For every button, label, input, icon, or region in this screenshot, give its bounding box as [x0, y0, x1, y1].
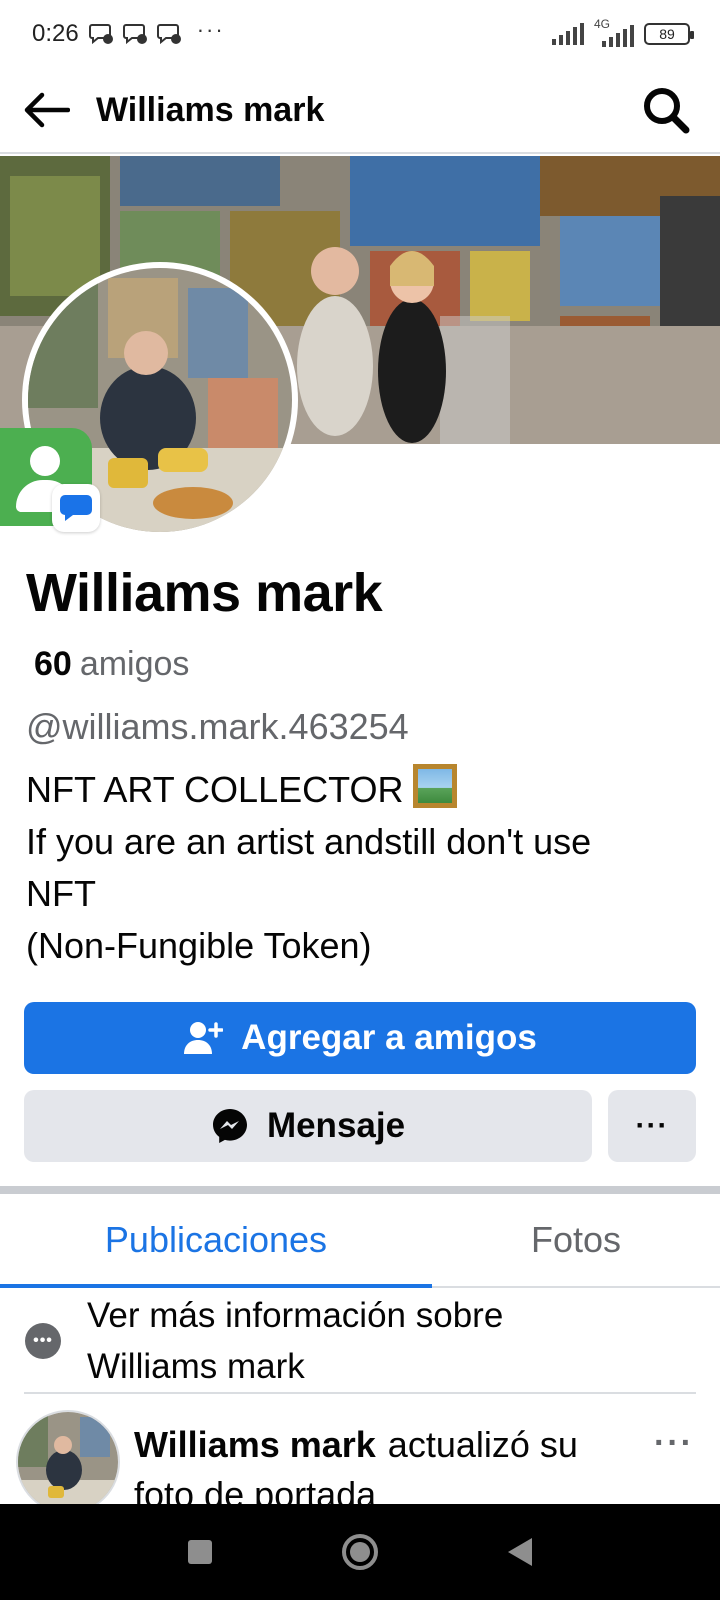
status-time: 0:26 [32, 20, 79, 47]
messages-app-icon[interactable] [52, 484, 100, 532]
add-friend-button[interactable]: Agregar a amigos [24, 1002, 696, 1074]
chat-notification-icon [156, 24, 181, 45]
messenger-icon [212, 1109, 247, 1143]
recents-button[interactable] [188, 1540, 212, 1564]
post-avatar-image [18, 1412, 118, 1512]
add-person-icon [184, 1022, 224, 1054]
bio-line-2: If you are an artist andstill don't use [26, 821, 592, 862]
bio-line-4: (Non-Fungible Token) [26, 925, 372, 966]
framed-picture-icon [413, 764, 458, 808]
post-author-avatar[interactable] [16, 1410, 120, 1514]
status-indicators: 4G 89 [552, 17, 694, 47]
chat-bubble-icon [60, 495, 92, 521]
section-divider [0, 1186, 720, 1194]
post-author-name[interactable]: Williams mark [134, 1424, 376, 1465]
app-bar: Williams mark [0, 68, 720, 154]
add-friend-label: Agregar a amigos [241, 1018, 537, 1057]
status-bar: 0:26 ··· 4G 89 [0, 0, 720, 68]
contact-head-shape [30, 446, 60, 476]
post-options-button[interactable]: ··· [654, 1424, 694, 1463]
battery-level: 89 [659, 26, 675, 42]
system-back-button[interactable] [508, 1538, 532, 1566]
profile-tabs: Publicaciones Fotos [0, 1194, 720, 1288]
profile-bio: NFT ART COLLECTOR If you are an artist a… [26, 764, 696, 972]
friends-number: 60 [34, 645, 72, 683]
home-button[interactable] [342, 1534, 378, 1570]
friends-label: amigos [79, 645, 190, 683]
battery-icon: 89 [644, 23, 694, 45]
bio-line-3: NFT [26, 873, 96, 914]
divider [24, 1392, 696, 1394]
message-button[interactable]: Mensaje [24, 1090, 592, 1162]
more-info-text: Ver más información sobre Williams mark [87, 1290, 503, 1392]
back-button[interactable] [22, 85, 72, 135]
chat-notification-icon [122, 24, 147, 45]
message-label: Mensaje [266, 1106, 406, 1145]
bio-text-1: NFT ART COLLECTOR [26, 769, 404, 810]
more-info-line-1: Ver más información sobre [87, 1296, 504, 1335]
more-info-row[interactable]: ••• Ver más información sobre Williams m… [0, 1290, 720, 1392]
system-navigation-bar [0, 1504, 720, 1600]
notification-icons [88, 22, 183, 46]
chat-notification-icon [88, 24, 113, 45]
more-options-button[interactable]: ··· [608, 1090, 696, 1162]
tab-publicaciones[interactable]: Publicaciones [0, 1194, 432, 1288]
signal-4g-icon: 4G [594, 17, 634, 47]
more-info-line-2: Williams mark [87, 1347, 305, 1386]
tab-fotos[interactable]: Fotos [432, 1194, 720, 1286]
page-title: Williams mark [96, 90, 325, 129]
username: @williams.mark.463254 [26, 706, 409, 747]
more-notifications-icon: ··· [196, 17, 225, 42]
profile-name: Williams mark [26, 563, 383, 623]
arrow-left-icon [24, 92, 70, 128]
more-info-icon: ••• [25, 1323, 61, 1359]
signal-icon [552, 23, 584, 45]
friends-count[interactable]: 60 amigos [34, 645, 189, 684]
search-button[interactable] [640, 84, 692, 136]
bio-line-1: NFT ART COLLECTOR [26, 764, 696, 816]
search-icon [644, 88, 690, 134]
